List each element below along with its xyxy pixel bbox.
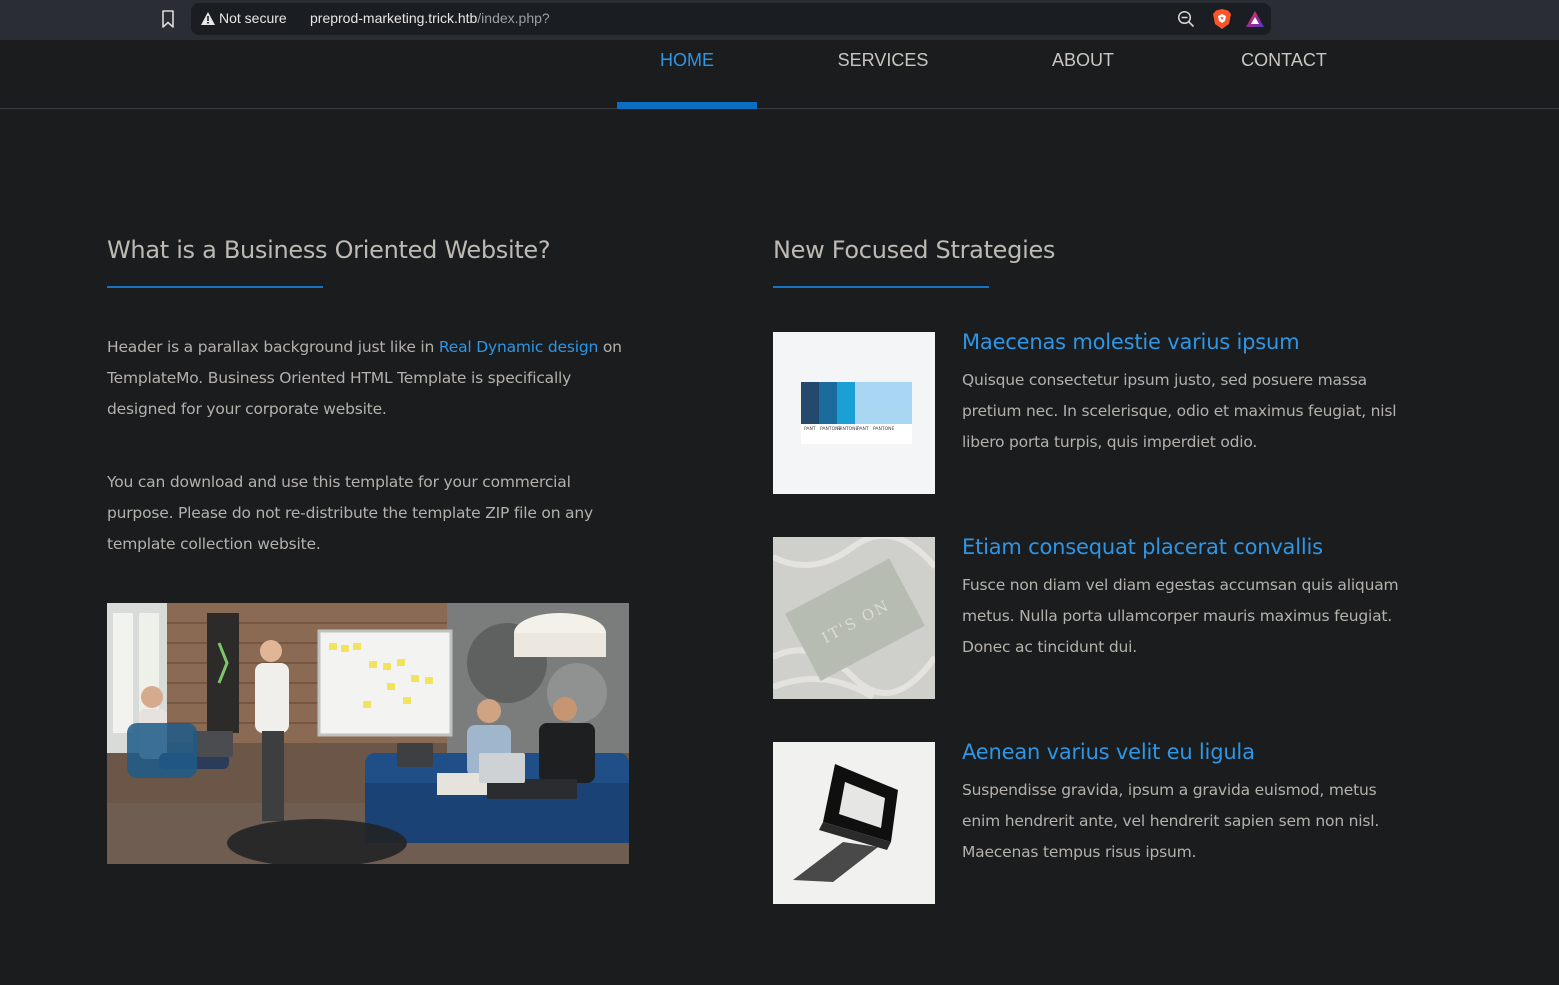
main-nav: HOME SERVICES ABOUT CONTACT (0, 40, 1559, 109)
left-title-underline (107, 286, 323, 288)
intro-paragraph: Header is a parallax background just lik… (107, 332, 637, 425)
pantone-label-5: PANTONE (873, 426, 895, 432)
nav-contact[interactable]: CONTACT (1214, 40, 1354, 108)
strategy-title-2[interactable]: Etiam consequat placerat convallis (962, 535, 1323, 559)
brave-shields-icon[interactable] (1212, 8, 1232, 30)
strategy-desc-1: Quisque consectetur ipsum justo, sed pos… (962, 371, 1397, 451)
zoom-out-icon[interactable] (1177, 10, 1195, 28)
url-text[interactable]: preprod-marketing.trick.htb/index.php? (310, 10, 550, 26)
pantone-label-4: PANT (857, 426, 869, 432)
real-dynamic-design-link[interactable]: Real Dynamic design (439, 338, 598, 356)
strategy-thumb-pantone[interactable]: PANT PANTONE PANTONE PANT PANTONE (773, 332, 935, 494)
url-path: /index.php? (477, 10, 550, 26)
bookmark-icon[interactable] (160, 9, 176, 29)
strategy-title-1[interactable]: Maecenas molestie varius ipsum (962, 330, 1300, 354)
url-host: preprod-marketing.trick.htb (310, 10, 478, 26)
strategy-title-3[interactable]: Aenean varius velit eu ligula (962, 740, 1255, 764)
strategy-desc-3: Suspendisse gravida, ipsum a gravida eui… (962, 781, 1380, 861)
brave-rewards-icon[interactable] (1245, 9, 1265, 29)
strategy-thumb-frame[interactable] (773, 742, 935, 904)
right-section-title: New Focused Strategies (773, 236, 1056, 264)
pantone-label-3: PANTONE (837, 426, 859, 432)
nav-home[interactable]: HOME (617, 40, 757, 109)
security-status[interactable]: Not secure (219, 10, 287, 26)
nav-about[interactable]: ABOUT (1013, 40, 1153, 108)
right-title-underline (773, 286, 989, 288)
intro-text-start: Header is a parallax background just lik… (107, 338, 439, 356)
address-bar[interactable]: Not secure preprod-marketing.trick.htb/i… (191, 3, 1271, 35)
nav-services[interactable]: SERVICES (813, 40, 953, 108)
strategy-thumb-card[interactable]: IT'S ON (773, 537, 935, 699)
browser-toolbar: Not secure preprod-marketing.trick.htb/i… (0, 0, 1559, 40)
left-section-title: What is a Business Oriented Website? (107, 236, 551, 264)
team-meeting-photo (107, 603, 629, 864)
download-paragraph: You can download and use this template f… (107, 473, 593, 553)
strategy-desc-2: Fusce non diam vel diam egestas accumsan… (962, 576, 1399, 656)
pantone-label-1: PANT (804, 426, 816, 432)
warning-triangle-icon[interactable] (200, 11, 216, 26)
